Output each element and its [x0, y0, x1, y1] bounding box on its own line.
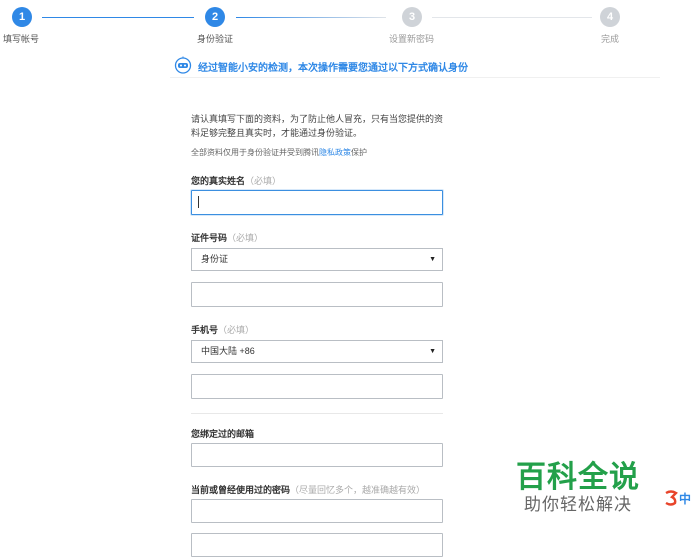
step-1-label: 填写帐号	[3, 34, 40, 44]
passwords-label-text: 当前或曾经使用过的密码	[191, 485, 291, 495]
email-input[interactable]	[191, 443, 443, 467]
privacy-statement: 全部资料仅用于身份验证并受到腾讯隐私政策保护	[191, 147, 367, 158]
required-hint: （必填）	[245, 176, 282, 186]
progress-stepper: 1 填写帐号 2 身份验证 3 设置新密码 4 完成	[0, 0, 692, 48]
password-input-2[interactable]	[191, 533, 443, 557]
required-hint: （必填）	[227, 233, 264, 243]
dropdown-arrow-icon: ▼	[429, 256, 436, 263]
notice-text: 经过智能小安的检测，本次操作需要您通过以下方式确认身份	[198, 63, 468, 74]
phone-number-input[interactable]	[191, 374, 443, 399]
step-3-label: 设置新密码	[389, 34, 435, 44]
step-connector-1-2	[42, 17, 194, 18]
phone-label: 手机号（必填）	[191, 323, 254, 336]
step-4-circle: 4	[600, 7, 620, 27]
security-notice: 经过智能小安的检测，本次操作需要您通过以下方式确认身份	[174, 56, 474, 76]
watermark-logo-text: 中	[679, 492, 692, 506]
intro-text: 请认真填写下面的资料，为了防止他人冒充，只有当您提供的资料足够完整且真实时，才能…	[191, 114, 444, 138]
watermark-logo-icon	[665, 490, 678, 506]
phone-region-select[interactable]: 中国大陆 +86 ▼	[191, 340, 443, 363]
id-number-label: 证件号码（必填）	[191, 231, 263, 244]
privacy-policy-link[interactable]: 隐私政策	[319, 148, 351, 157]
step-4-label: 完成	[601, 34, 620, 44]
watermark-logo: 中	[664, 488, 692, 508]
watermark-subtitle: 助你轻松解决	[524, 495, 632, 514]
password-input-1[interactable]	[191, 499, 443, 523]
required-hint: （必填）	[218, 325, 255, 335]
step-3-circle: 3	[402, 7, 422, 27]
privacy-prefix: 全部资料仅用于身份验证并受到腾讯	[191, 148, 319, 157]
step-2-label: 身份验证	[197, 34, 234, 44]
privacy-suffix: 保护	[351, 148, 367, 157]
passwords-hint: （尽量回忆多个，越准确越有效）	[290, 485, 426, 495]
id-type-select[interactable]: 身份证 ▼	[191, 248, 443, 271]
phone-label-text: 手机号	[191, 325, 219, 335]
email-label: 您绑定过的邮箱	[191, 429, 255, 439]
step-1-circle: 1	[12, 7, 32, 27]
real-name-label: 您的真实姓名（必填）	[191, 174, 281, 187]
text-caret	[198, 196, 199, 208]
section-divider	[191, 413, 443, 414]
robot-assistant-icon	[174, 56, 192, 74]
step-connector-3-4	[432, 17, 592, 18]
passwords-label: 当前或曾经使用过的密码（尽量回忆多个，越准确越有效）	[191, 483, 425, 496]
id-type-selected: 身份证	[201, 254, 229, 264]
id-number-label-text: 证件号码	[191, 233, 228, 243]
real-name-label-text: 您的真实姓名	[191, 176, 246, 186]
real-name-input[interactable]	[191, 190, 443, 215]
id-number-input[interactable]	[191, 282, 443, 307]
header-divider	[170, 77, 660, 78]
step-connector-2-3	[236, 17, 386, 18]
dropdown-arrow-icon: ▼	[429, 348, 436, 355]
phone-region-selected: 中国大陆 +86	[201, 346, 255, 356]
step-2-circle: 2	[205, 7, 225, 27]
